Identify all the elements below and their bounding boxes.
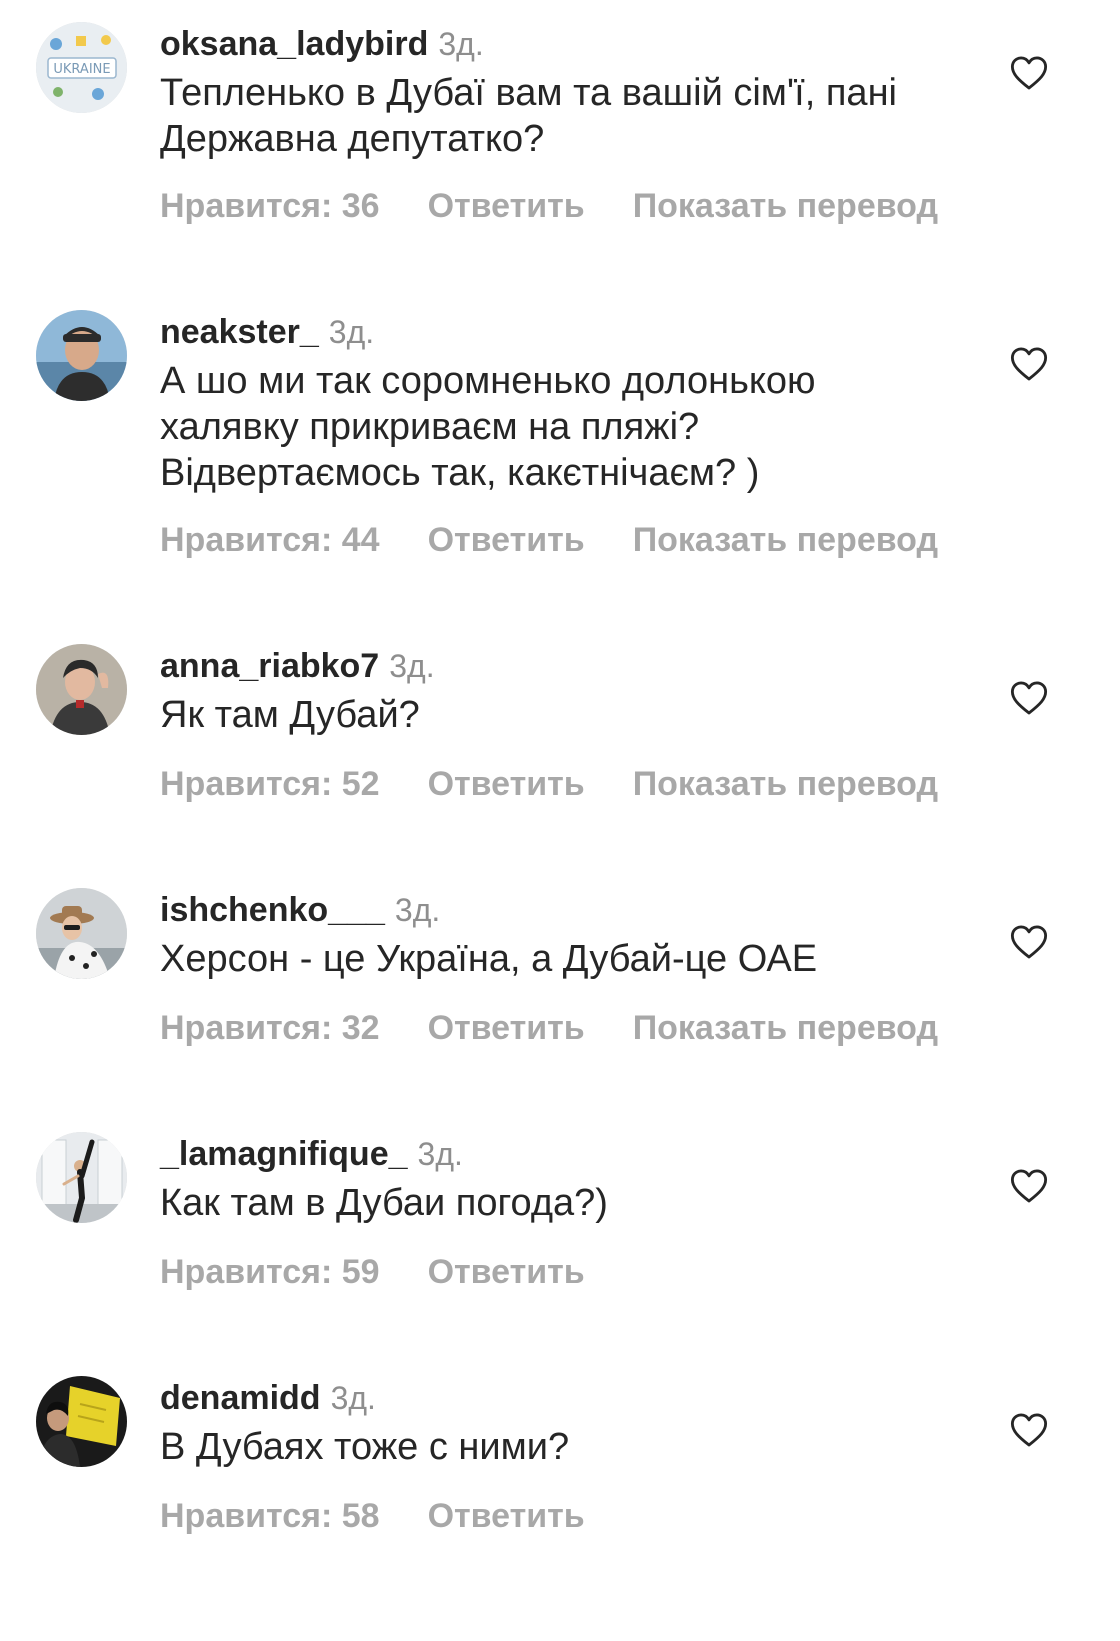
heart-icon [1010,347,1048,381]
heart-icon [1010,925,1048,959]
comments-list: UKRAINE oksana_ladybird 3д. Тепленько в Д… [0,0,1120,1641]
comment-actions: Нравится: 52 Ответить Показать перевод [160,762,986,806]
avatar[interactable] [36,1132,127,1223]
avatar[interactable] [36,1376,127,1467]
likes-count[interactable]: Нравится: 52 [160,765,380,803]
woman-portrait-avatar [36,644,127,735]
show-translation-button[interactable]: Показать перевод [633,1009,938,1047]
likes-count[interactable]: Нравится: 59 [160,1253,380,1291]
reply-button[interactable]: Ответить [428,1497,585,1535]
like-button[interactable] [1010,680,1048,716]
comment-actions: Нравится: 36 Ответить Показать перевод [160,184,986,228]
flag-person-avatar [36,1376,127,1467]
username[interactable]: anna_riabko7 [160,647,379,685]
svg-text:UKRAINE: UKRAINE [53,62,110,77]
username[interactable]: denamidd [160,1379,321,1417]
man-cap-avatar [36,310,127,401]
likes-count[interactable]: Нравится: 58 [160,1497,380,1535]
comment-meta: ishchenko___ 3д. [160,888,440,932]
likes-count[interactable]: Нравится: 44 [160,521,380,559]
avatar[interactable]: UKRAINE [36,22,127,113]
comment-actions: Нравится: 44 Ответить Показать перевод [160,518,986,562]
reply-button[interactable]: Ответить [428,1009,585,1047]
reply-button[interactable]: Ответить [428,521,585,559]
heart-icon [1010,681,1048,715]
comment-meta: _lamagnifique_ 3д. [160,1132,463,1176]
comment-text: Херсон - це Україна, а Дубай-це ОАЕ [160,938,818,980]
timestamp: 3д. [417,1136,463,1172]
comment-meta: neakster_ 3д. [160,310,374,354]
like-button[interactable] [1010,1168,1048,1204]
timestamp: 3д. [438,26,484,62]
timestamp: 3д. [394,892,441,928]
heart-icon [1010,1413,1048,1447]
show-translation-button[interactable]: Показать перевод [633,521,938,559]
comment-text: Как там в Дубаи погода?) [160,1182,608,1224]
heart-icon [1010,56,1048,90]
comment-actions: Нравится: 32 Ответить Показать перевод [160,1006,986,1050]
comment-meta: anna_riabko7 3д. [160,644,435,688]
username[interactable]: _lamagnifique_ [160,1135,408,1173]
reply-button[interactable]: Ответить [428,1253,585,1291]
heart-icon [1010,1169,1048,1203]
woman-hat-avatar [36,888,127,979]
likes-count[interactable]: Нравится: 32 [160,1009,380,1047]
like-button[interactable] [1010,1412,1048,1448]
likes-count[interactable]: Нравится: 36 [160,187,380,225]
avatar[interactable] [36,310,127,401]
reply-button[interactable]: Ответить [428,765,585,803]
comment-text: А шо ми так соромненько долонькою халявк… [160,360,816,494]
reply-button[interactable]: Ответить [428,187,585,225]
show-translation-button[interactable]: Показать перевод [633,187,938,225]
comment-meta: denamidd 3д. [160,1376,376,1420]
avatar[interactable] [36,644,127,735]
ukraine-doodle-avatar: UKRAINE [36,22,127,113]
like-button[interactable] [1010,55,1048,91]
comment-text: Як там Дубай? [160,694,420,736]
dancer-avatar [36,1132,127,1223]
timestamp: 3д. [389,648,435,684]
comment-actions: Нравится: 59 Ответить [160,1250,633,1294]
username[interactable]: neakster_ [160,313,319,351]
avatar[interactable] [36,888,127,979]
like-button[interactable] [1010,924,1048,960]
comment-meta: oksana_ladybird 3д. [160,22,484,66]
comment-text: В Дубаях тоже с ними? [160,1426,570,1468]
show-translation-button[interactable]: Показать перевод [633,765,938,803]
username[interactable]: ishchenko___ [160,891,385,929]
comment-actions: Нравится: 58 Ответить [160,1494,633,1538]
username[interactable]: oksana_ladybird [160,25,428,63]
like-button[interactable] [1010,346,1048,382]
comment-text: Тепленько в Дубаї вам та вашій сім'ї, па… [160,72,897,160]
timestamp: 3д. [328,314,375,350]
timestamp: 3д. [330,1380,376,1416]
